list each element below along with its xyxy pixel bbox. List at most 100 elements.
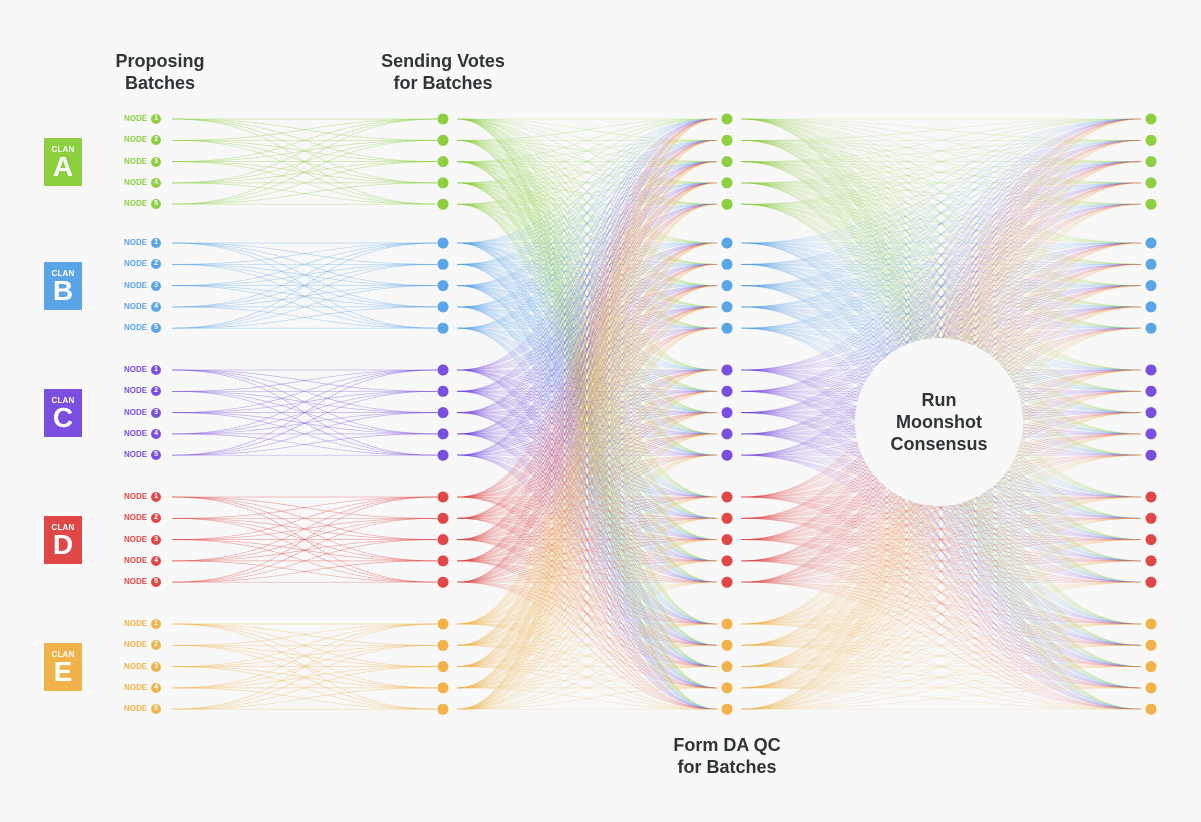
qc-node-dot: [721, 301, 733, 313]
vote-node-dot: [437, 639, 449, 651]
clan-badge-c: CLAN C: [44, 388, 82, 437]
node-label-b2: NODE 2: [124, 258, 162, 270]
consensus-node-dot: [1145, 322, 1157, 334]
clan-letter: A: [52, 150, 74, 182]
consensus-node-dot: [1145, 198, 1157, 210]
consensus-node-dot: [1145, 449, 1157, 461]
node-word: NODE: [124, 534, 148, 544]
qc-node-dot: [721, 134, 733, 146]
node-number-badge: 1: [151, 619, 162, 629]
node-label-b4: NODE 4: [124, 301, 162, 313]
stage-title-form-da-qc: Form DA QC for Batches: [673, 735, 781, 777]
node-number-badge: 5: [151, 323, 162, 334]
node-number-badge: 2: [151, 259, 162, 270]
vote-node-dot: [437, 703, 449, 715]
consensus-node-dot: [1145, 576, 1157, 588]
proposal-edge: [171, 242, 438, 308]
vote-node-dot: [437, 156, 449, 168]
node-word: NODE: [124, 661, 148, 671]
consensus-node-dot: [1145, 407, 1157, 419]
consensus-node-dot: [1145, 512, 1157, 524]
node-word: NODE: [124, 323, 148, 333]
node-word: NODE: [124, 199, 148, 209]
proposal-edge: [171, 390, 438, 456]
vote-node-dot: [437, 555, 449, 567]
consensus-node-dot: [1145, 134, 1157, 146]
node-word: NODE: [124, 177, 148, 187]
qc-node-dot: [721, 555, 733, 567]
node-word: NODE: [124, 238, 148, 247]
qc-node-dot: [721, 237, 733, 249]
node-label-d2: NODE 2: [124, 512, 162, 524]
clan-letter: E: [53, 655, 73, 687]
node-word: NODE: [124, 259, 148, 269]
node-number-badge: 3: [151, 407, 162, 418]
node-number-badge: 3: [151, 534, 162, 545]
consensus-node-dot: [1145, 113, 1157, 125]
node-number-badge: 2: [151, 135, 162, 146]
node-number-badge: 4: [151, 555, 162, 566]
node-number-badge: 2: [151, 386, 162, 397]
consensus-node-dot: [1145, 237, 1157, 249]
consensus-node-dot: [1145, 280, 1157, 292]
node-number-badge: 5: [151, 704, 162, 715]
qc-node-dot: [721, 322, 733, 334]
node-number-badge: 4: [151, 682, 162, 693]
node-label-a2: NODE 2: [124, 134, 162, 146]
node-label-c4: NODE 4: [124, 428, 162, 440]
qc-node-dot: [721, 512, 733, 524]
node-word: NODE: [124, 555, 148, 565]
proposal-edge: [171, 623, 438, 689]
qc-node-dot: [721, 682, 733, 694]
clan-badge-a: CLAN A: [44, 137, 82, 186]
node-label-c3: NODE 3: [124, 407, 162, 419]
node-label-a4: NODE 4: [124, 177, 162, 189]
vote-node-dot: [437, 134, 449, 146]
node-label-d1: NODE 1: [124, 491, 162, 503]
qc-node-dot: [721, 407, 733, 419]
node-number-badge: 1: [151, 365, 162, 375]
consensus-node-dot: [1145, 534, 1157, 546]
proposal-edge: [171, 139, 438, 205]
node-number-badge: 5: [151, 199, 162, 210]
clan-letter: D: [52, 528, 74, 560]
consensus-node-dot: [1145, 364, 1157, 376]
consensus-node-dot: [1145, 428, 1157, 440]
vote-node-dot: [437, 661, 449, 673]
node-word: NODE: [124, 450, 148, 460]
proposal-edge: [171, 496, 438, 562]
consensus-node-dot: [1145, 385, 1157, 397]
node-number-badge: 3: [151, 156, 162, 167]
clan-badge-d: CLAN D: [44, 515, 82, 564]
consensus-node-dot: [1145, 682, 1157, 694]
node-label-d3: NODE 3: [124, 534, 162, 546]
consensus-circle: Run Moonshot Consensus: [855, 338, 1023, 506]
vote-node-dot: [437, 322, 449, 334]
node-number-badge: 2: [151, 513, 162, 524]
node-label-e1: NODE 1: [124, 618, 162, 630]
vote-node-dot: [437, 364, 449, 376]
qc-node-dot: [721, 364, 733, 376]
vote-node-dot: [437, 449, 449, 461]
consensus-node-dot: [1145, 258, 1157, 270]
node-label-a5: NODE 5: [124, 198, 162, 210]
node-label-a1: NODE 1: [124, 113, 162, 125]
node-word: NODE: [124, 577, 148, 587]
stage-title-sending-votes: Sending Votes for Batches: [381, 51, 505, 93]
qc-node-dot: [721, 661, 733, 673]
node-label-b5: NODE 5: [124, 322, 162, 334]
qc-node-dot: [721, 639, 733, 651]
node-number-badge: 4: [151, 428, 162, 439]
node-word: NODE: [124, 682, 148, 692]
qc-node-dot: [721, 385, 733, 397]
node-word: NODE: [124, 704, 148, 714]
node-number-badge: 1: [151, 238, 162, 248]
qc-node-dot: [721, 280, 733, 292]
consensus-node-dot: [1145, 491, 1157, 503]
consensus-node-dot: [1145, 703, 1157, 715]
consensus-node-dot: [1145, 555, 1157, 567]
stage-title-consensus: Run Moonshot Consensus: [890, 390, 988, 454]
vote-node-dot: [437, 385, 449, 397]
node-label-b1: NODE 1: [124, 237, 162, 249]
clan-letter: B: [52, 274, 74, 306]
